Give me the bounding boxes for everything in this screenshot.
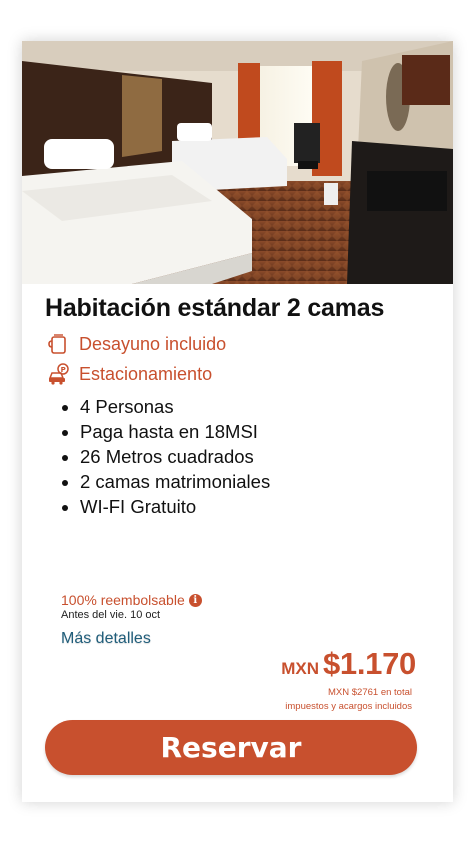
room-card: Habitación estándar 2 camas Desayuno inc… — [22, 41, 453, 802]
more-details-link[interactable]: Más detalles — [61, 630, 151, 648]
feature-item: Paga hasta en 18MSI — [80, 419, 270, 444]
coffee-mug-icon — [48, 333, 70, 355]
price: MXN $1.170 — [281, 646, 416, 682]
room-photo[interactable] — [22, 41, 453, 284]
feature-item: 4 Personas — [80, 394, 270, 419]
refund-label: 100% reembolsable — [61, 592, 185, 608]
info-icon[interactable]: i — [188, 593, 202, 607]
price-amount: $1.170 — [322, 646, 416, 681]
feature-item: WI-FI Gratuito — [80, 494, 270, 519]
refund-policy: 100% reembolsable i — [61, 592, 202, 608]
refund-deadline: Antes del vie. 10 oct — [61, 609, 161, 621]
feature-item: 26 Metros cuadrados — [80, 444, 270, 469]
reserve-button[interactable]: Reservar — [45, 720, 417, 775]
amenity-parking: P Estacionamiento — [48, 363, 212, 385]
price-total: MXN $2761 en total impuestos y acargos i… — [285, 686, 412, 714]
room-title: Habitación estándar 2 camas — [45, 294, 385, 322]
amenity-parking-label: Estacionamiento — [79, 363, 213, 384]
price-total-line: MXN $2761 en total — [328, 687, 412, 698]
car-parking-icon: P — [48, 363, 70, 385]
amenity-breakfast: Desayuno incluido — [48, 333, 226, 355]
price-currency: MXN — [281, 659, 319, 678]
amenity-breakfast-label: Desayuno incluido — [79, 333, 227, 354]
price-taxes-line: impuestos y acargos incluidos — [285, 701, 412, 712]
feature-list: 4 Personas Paga hasta en 18MSI 26 Metros… — [56, 394, 270, 519]
feature-item: 2 camas matrimoniales — [80, 469, 270, 494]
